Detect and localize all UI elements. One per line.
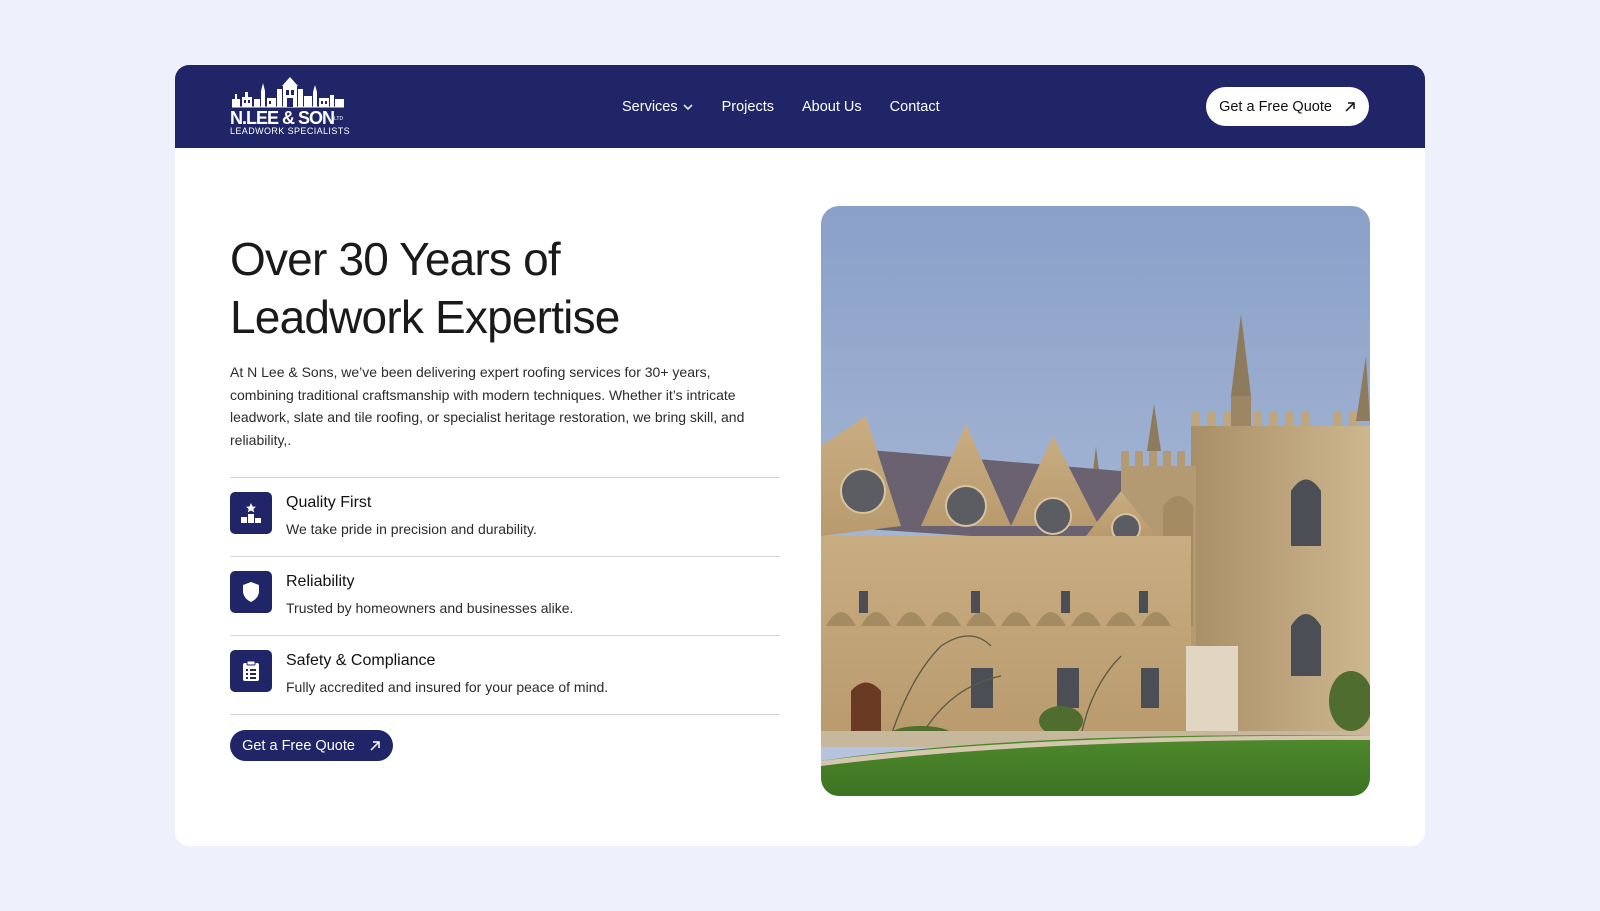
clipboard-icon: [230, 650, 272, 692]
arrow-up-right-icon: [370, 740, 380, 751]
nav-item-about-us[interactable]: About Us: [802, 99, 862, 115]
feature-title: Safety & Compliance: [286, 652, 436, 669]
podium-star-icon: [230, 492, 272, 534]
logo-ltd-mark: LTD: [334, 116, 344, 122]
nav-item-services[interactable]: Services: [622, 99, 694, 115]
hero-quote-button[interactable]: Get a Free Quote: [230, 730, 393, 761]
shield-icon: [230, 571, 272, 613]
arrow-up-right-icon: [1345, 101, 1355, 112]
feature-quality-first: Quality First We take pride in precision…: [230, 478, 780, 557]
headline-line-1: Over 30 Years of: [230, 233, 561, 285]
nav-item-label: Services: [622, 98, 678, 115]
nav-quote-label: Get a Free Quote: [1219, 98, 1332, 115]
hero-content: Over 30 Years of Leadwork Expertise At N…: [230, 230, 780, 761]
hero-intro-text: At N Lee & Sons, we’ve been delivering e…: [230, 364, 745, 448]
feature-description: Fully accredited and insured for your pe…: [286, 679, 609, 695]
nav-item-label: Projects: [721, 98, 774, 115]
feature-description: We take pride in precision and durabilit…: [286, 521, 537, 537]
feature-reliability: Reliability Trusted by homeowners and bu…: [230, 557, 780, 636]
feature-title: Reliability: [286, 573, 355, 590]
building-photo: [821, 206, 1370, 796]
nav-item-projects[interactable]: Projects: [722, 99, 774, 115]
feature-safety-compliance: Safety & Compliance Fully accredited and…: [230, 636, 780, 715]
feature-description: Trusted by homeowners and businesses ali…: [286, 600, 574, 616]
company-logo[interactable]: N.LEE & SON LTD LEADWORK SPECIALISTS: [230, 77, 350, 137]
gothic-building-image: [821, 206, 1370, 796]
headline-line-2: Leadwork Expertise: [230, 291, 620, 343]
logo-tagline: LEADWORK SPECIALISTS: [230, 126, 351, 136]
hero-quote-label: Get a Free Quote: [242, 737, 355, 754]
nav-item-label: Contact: [889, 98, 940, 115]
main-menu: Services Projects About Us Contact: [622, 65, 940, 148]
nav-item-contact[interactable]: Contact: [890, 99, 940, 115]
nav-item-label: About Us: [802, 98, 862, 115]
skyline-logo-icon: [232, 77, 344, 108]
hero-headline: Over 30 Years of Leadwork Expertise: [230, 230, 780, 346]
page-card: N.LEE & SON LTD LEADWORK SPECIALISTS Ser…: [175, 65, 1425, 846]
chevron-down-icon: [683, 103, 693, 110]
feature-title: Quality First: [286, 494, 372, 511]
nav-quote-button[interactable]: Get a Free Quote: [1206, 87, 1369, 126]
feature-list: Quality First We take pride in precision…: [230, 477, 780, 715]
top-navbar: N.LEE & SON LTD LEADWORK SPECIALISTS Ser…: [175, 65, 1425, 148]
